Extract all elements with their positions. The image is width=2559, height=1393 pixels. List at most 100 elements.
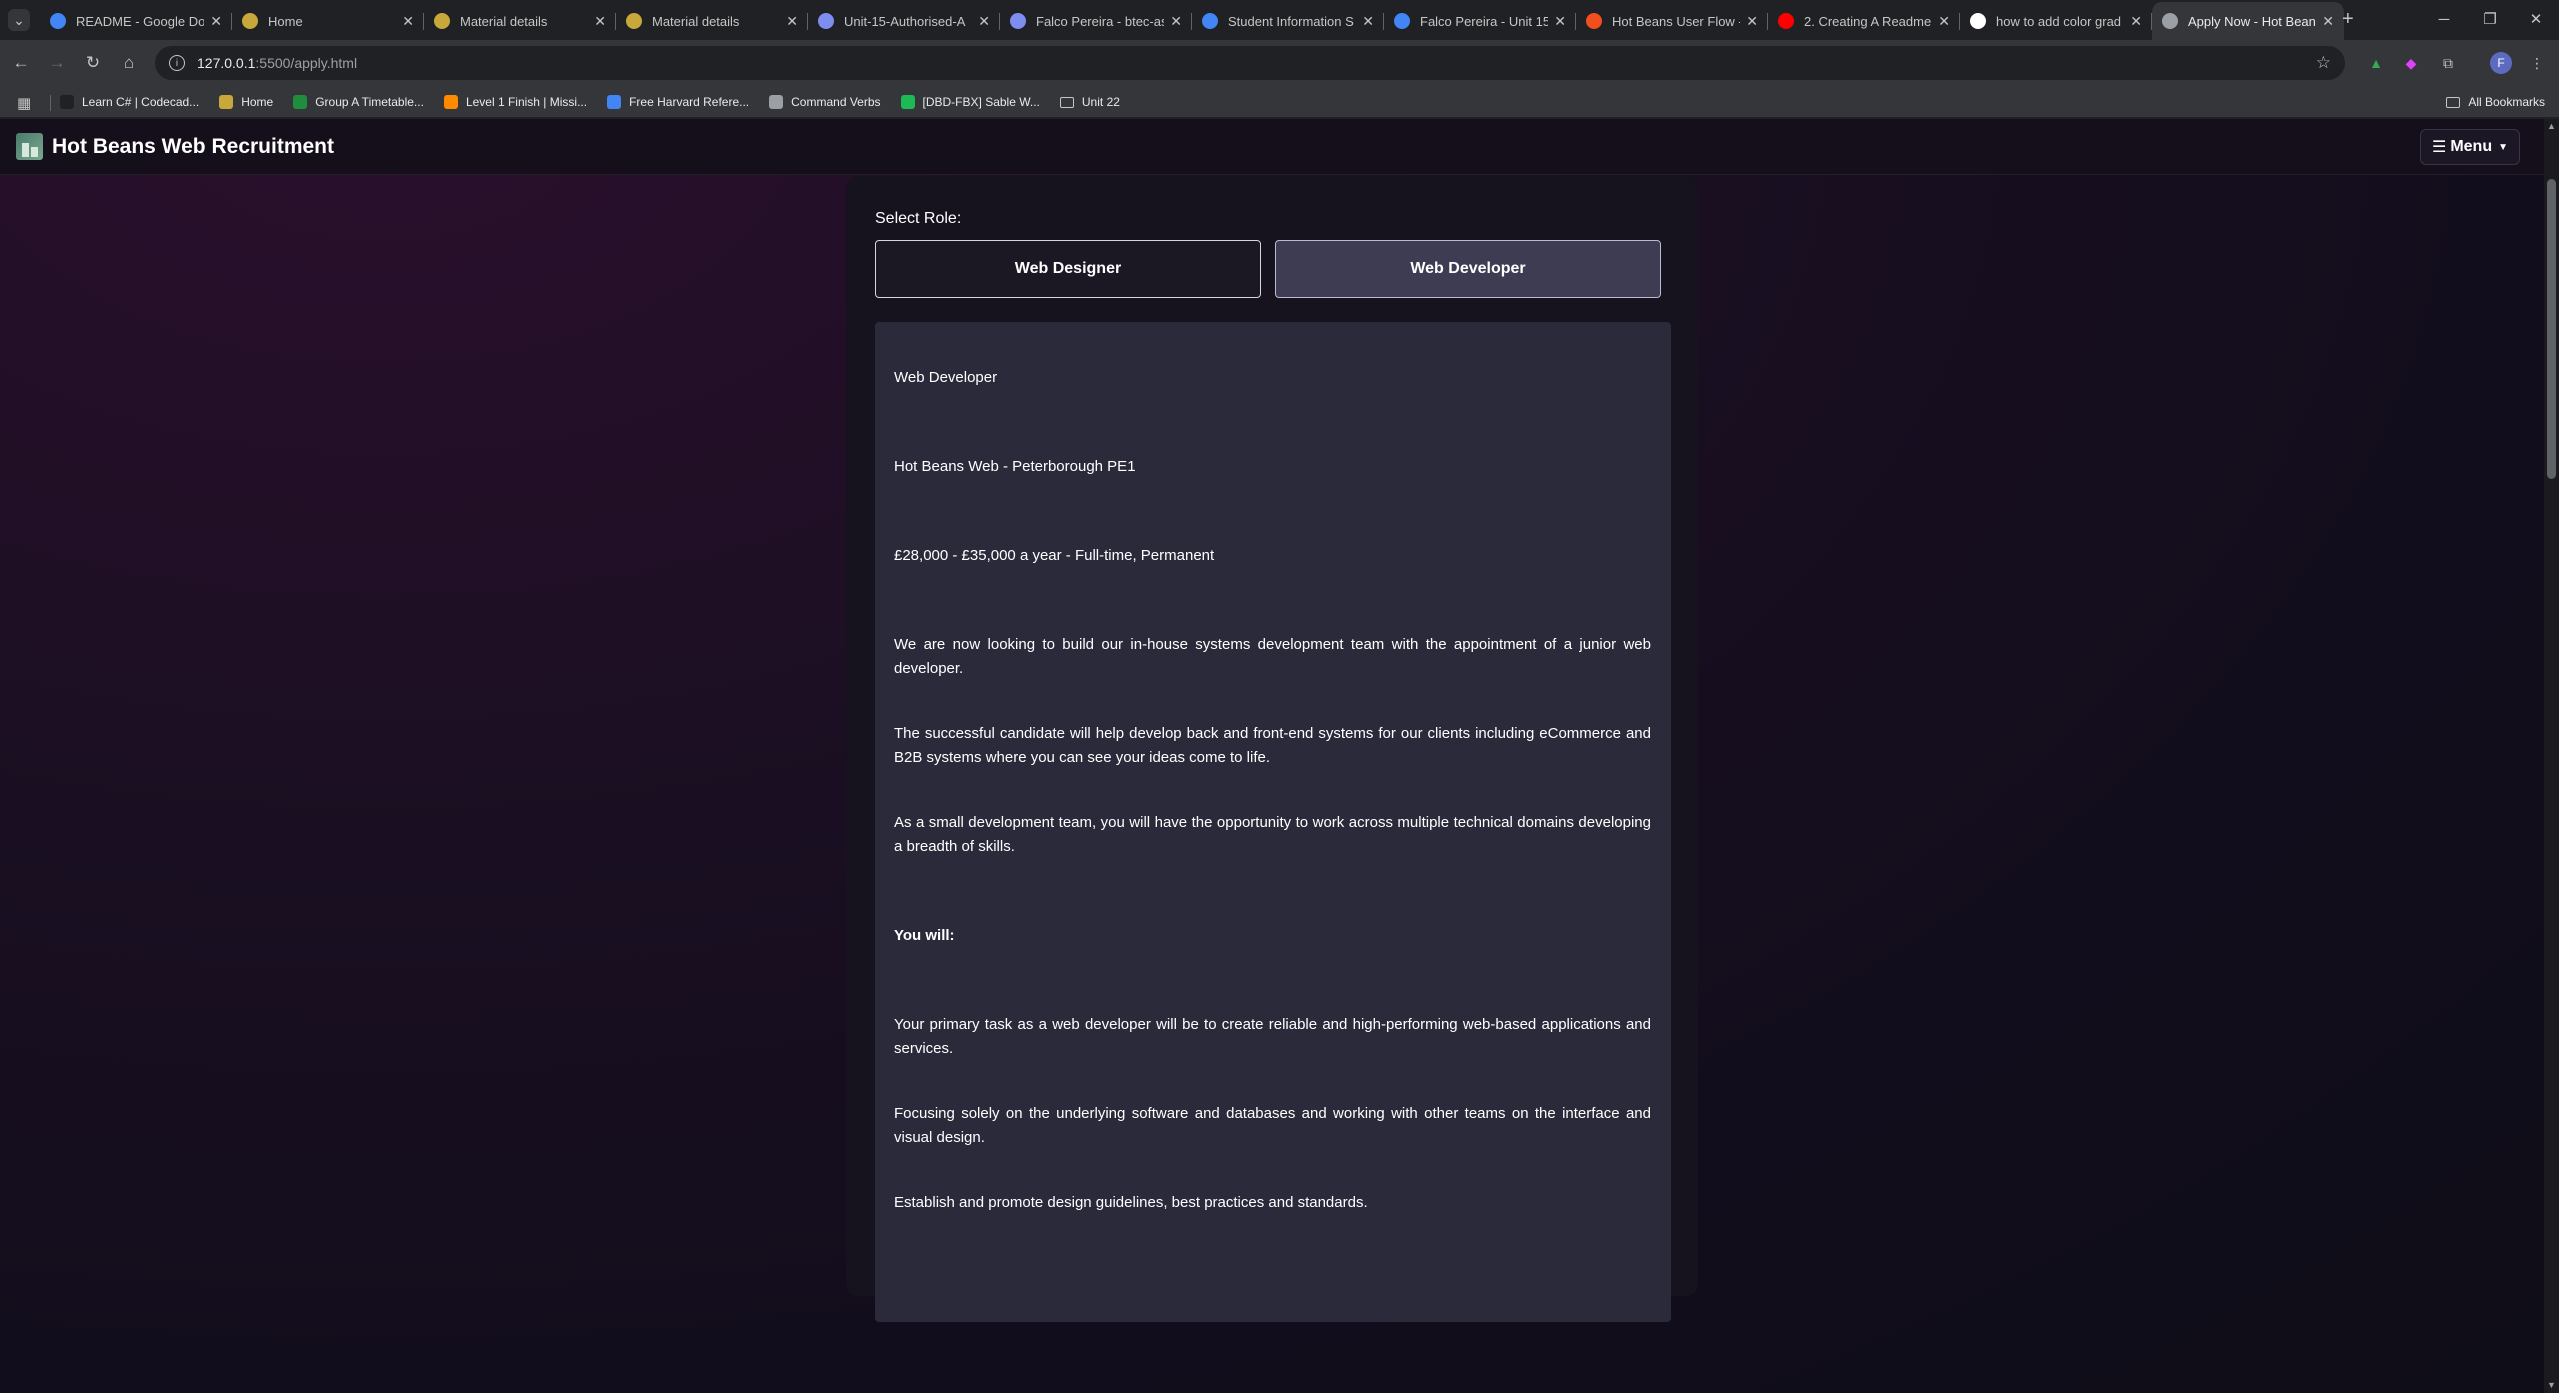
browser-tab[interactable]: Unit-15-Authorised-A ✕ [808, 2, 1000, 40]
address-bar[interactable]: i 127.0.0.1:5500/apply.html ☆ [155, 46, 2345, 80]
tab-close-icon[interactable]: ✕ [786, 13, 798, 30]
web-developer-button[interactable]: Web Developer [1275, 240, 1661, 298]
tab-close-icon[interactable]: ✕ [594, 13, 606, 30]
scrollbar-thumb[interactable] [2547, 179, 2556, 479]
tab-title: Home [268, 13, 303, 29]
tab-close-icon[interactable]: ✕ [1362, 13, 1374, 30]
url-path: :5500/apply.html [255, 55, 358, 71]
home-icon[interactable]: ⌂ [116, 50, 142, 76]
browser-tab[interactable]: Material details ✕ [616, 2, 808, 40]
window-controls: ─ ❐ ✕ [2421, 0, 2559, 40]
tab-title: Unit-15-Authorised-A [844, 13, 966, 29]
brand-name: Hot Beans Web Recruitment [52, 134, 334, 158]
bookmark-item[interactable]: Home [219, 95, 273, 109]
minimize-icon[interactable]: ─ [2421, 0, 2467, 40]
drive-icon [1010, 13, 1026, 29]
tab-close-icon[interactable]: ✕ [1170, 13, 1182, 30]
bookmark-label: Command Verbs [791, 95, 881, 109]
bookmark-item[interactable]: Learn C# | Codecad... [60, 95, 199, 109]
menu-dropdown-button[interactable]: ☰ Menu ▼ [2420, 129, 2520, 165]
tab-close-icon[interactable]: ✕ [1554, 13, 1566, 30]
new-tab-icon[interactable]: + [2342, 8, 2354, 31]
tab-title: Falco Pereira - Unit 15 [1420, 13, 1549, 29]
google-docs-icon [50, 13, 66, 29]
browser-tab[interactable]: Material details ✕ [424, 2, 616, 40]
all-bookmarks-button[interactable]: All Bookmarks [2446, 86, 2545, 118]
figma-icon [1586, 13, 1602, 29]
you-will-heading: You will: [894, 927, 955, 944]
forward-icon[interactable]: → [44, 50, 70, 76]
apps-grid-icon[interactable]: ▦ [17, 94, 31, 112]
extension-icon[interactable]: ◆ [2401, 53, 2421, 73]
browser-tab[interactable]: Apply Now - Hot Bean ✕ [2152, 2, 2344, 40]
tab-search-icon[interactable]: ⌄ [8, 9, 30, 31]
restore-icon[interactable]: ❐ [2467, 0, 2513, 40]
bookmark-favicon-icon [443, 95, 458, 109]
profile-avatar[interactable]: F [2490, 52, 2512, 74]
browser-tab-strip: ⌄ README - Google Doc ✕ Home ✕ Material deta… [0, 0, 2559, 40]
bookmark-favicon-icon [60, 95, 74, 109]
site-navbar: Hot Beans Web Recruitment ☰ Menu ▼ [0, 119, 2544, 175]
browser-tab[interactable]: 2. Creating A Readme ✕ [1768, 2, 1960, 40]
job-intro-paragraph: As a small development team, you will ha… [894, 814, 1651, 855]
tab-close-icon[interactable]: ✕ [2130, 13, 2142, 30]
browser-tab[interactable]: Home ✕ [232, 2, 424, 40]
scroll-down-icon[interactable]: ▼ [2544, 1378, 2559, 1393]
browser-tab[interactable]: Falco Pereira - Unit 15 ✕ [1384, 2, 1576, 40]
brand[interactable]: Hot Beans Web Recruitment [16, 133, 334, 160]
back-icon[interactable]: ← [8, 50, 34, 76]
bookmark-item[interactable]: Free Harvard Refere... [607, 95, 749, 109]
browser-menu-icon[interactable]: ⋮ [2527, 53, 2547, 73]
bookmark-item[interactable]: Group A Timetable... [293, 95, 424, 109]
tab-title: 2. Creating A Readme [1804, 13, 1932, 29]
google-docs-icon [1394, 13, 1410, 29]
tab-title: README - Google Doc [76, 13, 205, 29]
job-salary: £28,000 - £35,000 a year - Full-time, Pe… [894, 547, 1215, 564]
job-location: Hot Beans Web - Peterborough PE1 [894, 458, 1136, 475]
bookmark-item[interactable]: Level 1 Finish | Missi... [443, 95, 587, 109]
tab-close-icon[interactable]: ✕ [1746, 13, 1758, 30]
drive-icon [818, 13, 834, 29]
bookmark-star-icon[interactable]: ☆ [2316, 53, 2331, 73]
browser-tab[interactable]: Falco Pereira - btec-as ✕ [1000, 2, 1192, 40]
bookmark-label: Learn C# | Codecad... [82, 95, 200, 109]
caret-down-icon: ▼ [2498, 141, 2509, 153]
job-title: Web Developer [894, 369, 998, 386]
page-scrollbar[interactable]: ▲ ▼ [2544, 119, 2559, 1393]
bookmark-favicon-icon [219, 95, 234, 109]
tab-title: Hot Beans User Flow - [1612, 13, 1741, 29]
browser-tab[interactable]: README - Google Doc ✕ [40, 2, 232, 40]
tab-close-icon[interactable]: ✕ [2322, 13, 2334, 30]
bookmark-list: Learn C# | Codecad... Home Group A Timetab… [60, 86, 1140, 118]
drive-extension-icon[interactable]: ▲ [2366, 53, 2386, 73]
tab-close-icon[interactable]: ✕ [978, 13, 990, 30]
web-designer-button[interactable]: Web Designer [875, 240, 1261, 298]
bookmark-item[interactable]: [DBD-FBX] Sable W... [900, 95, 1040, 109]
google-docs-icon [1202, 13, 1218, 29]
bookmarks-bar: ▦ Learn C# | Codecad... Home Group A Timet… [0, 86, 2559, 118]
bookmarks-divider [50, 95, 51, 111]
bookmark-label: Unit 22 [1081, 95, 1120, 109]
tab-title: Material details [652, 13, 740, 29]
browser-tab[interactable]: Student Information S ✕ [1192, 2, 1384, 40]
tab-close-icon[interactable]: ✕ [402, 13, 414, 30]
all-bookmarks-label: All Bookmarks [2468, 95, 2545, 109]
globe-icon [2162, 13, 2178, 29]
folder-icon [1059, 96, 1074, 108]
bookmark-item[interactable]: Unit 22 [1059, 95, 1120, 109]
bookmark-label: Home [241, 95, 274, 109]
browser-tab[interactable]: Hot Beans User Flow - ✕ [1576, 2, 1768, 40]
tab-close-icon[interactable]: ✕ [210, 13, 222, 30]
extensions-puzzle-icon[interactable]: ⧉ [2438, 53, 2458, 73]
scroll-up-icon[interactable]: ▲ [2544, 119, 2559, 134]
reload-icon[interactable]: ↻ [80, 50, 106, 76]
browser-tab[interactable]: how to add color grad ✕ [1960, 2, 2152, 40]
folder-icon [2446, 96, 2461, 108]
url-host: 127.0.0.1 [197, 55, 256, 71]
site-info-icon[interactable]: i [169, 55, 185, 71]
job-duty: Focusing solely on the underlying softwa… [894, 1105, 1651, 1146]
bookmark-item[interactable]: Command Verbs [769, 95, 881, 109]
youtube-icon [1778, 13, 1794, 29]
tab-close-icon[interactable]: ✕ [1938, 13, 1950, 30]
close-window-icon[interactable]: ✕ [2513, 0, 2559, 40]
